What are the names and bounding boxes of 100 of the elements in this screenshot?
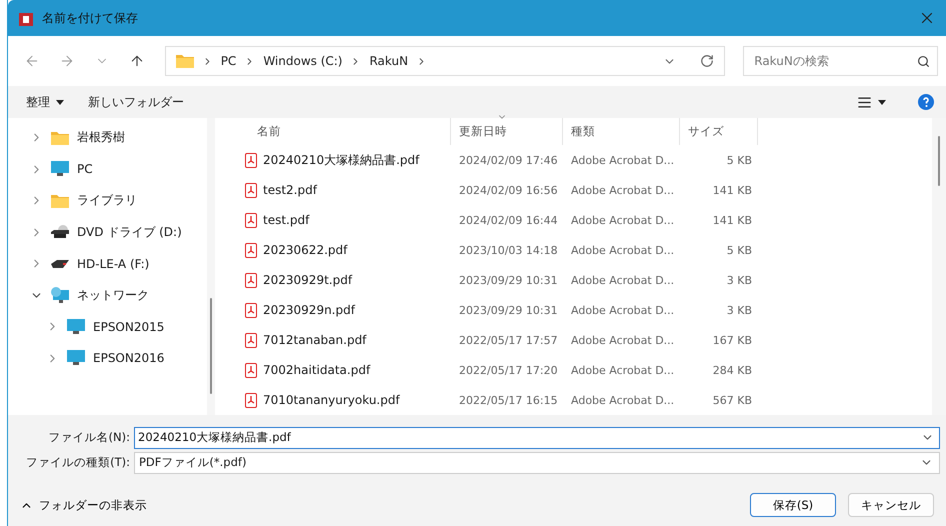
file-name: 7012tanaban.pdf (263, 333, 366, 348)
file-type: Adobe Acrobat D... (570, 274, 676, 287)
app-logo-icon (18, 10, 34, 26)
network-icon (51, 287, 69, 304)
column-header[interactable]: 名前 (223, 118, 451, 146)
pdf-file-icon (245, 272, 257, 288)
caret-icon (878, 100, 886, 104)
column-header[interactable]: サイズ (680, 118, 758, 146)
file-row[interactable]: 7002haitidata.pdf 2022/05/17 17:20 Adobe Acrobat D... 284 KB (223, 355, 932, 386)
modified-date: 2022/05/17 16:15 (458, 394, 559, 407)
file-type-label: ファイルの種類(T): (25, 455, 131, 470)
pdf-file-icon (245, 182, 257, 198)
file-type: Adobe Acrobat D... (570, 334, 676, 347)
monitor-icon (67, 318, 85, 335)
window-title: 名前を付けて保存 (42, 10, 139, 26)
file-size: 141 KB (712, 184, 753, 197)
file-size: 3 KB (726, 274, 753, 287)
monitor-icon (51, 161, 69, 178)
file-size: 167 KB (712, 334, 753, 347)
file-name-field[interactable]: 20240210大塚様納品書.pdf (134, 426, 940, 448)
modified-date: 2022/05/17 17:20 (458, 364, 559, 377)
nav-tree-item[interactable]: HD-LE-A (F:) (8, 248, 207, 280)
file-name: 20230929n.pdf (263, 303, 355, 318)
file-type: Adobe Acrobat D... (570, 394, 676, 407)
folder-icon (51, 194, 69, 208)
file-size: 5 KB (726, 154, 753, 167)
pdf-file-icon (245, 392, 257, 408)
nav-tree-item[interactable]: DVD ドライブ (D:) (8, 216, 207, 248)
monitor-icon (67, 350, 85, 366)
folder-icon (176, 54, 194, 68)
file-type: Adobe Acrobat D... (570, 154, 676, 167)
organize-button[interactable]: 整理 (26, 94, 64, 110)
folder-icon (51, 130, 69, 145)
address-bar[interactable]: PC Windows (C:) RakuN (164, 46, 726, 76)
file-size: 567 KB (712, 394, 753, 407)
file-size: 3 KB (726, 304, 753, 317)
file-type-dropdown[interactable]: PDFファイル(*.pdf) (134, 452, 940, 474)
file-name: 7010tananyuryoku.pdf (263, 393, 400, 408)
nav-tree-item[interactable]: EPSON2015 (8, 311, 207, 342)
pdf-file-icon (245, 152, 257, 168)
nav-tree-item[interactable]: ネットワーク (8, 280, 207, 311)
modified-date: 2023/09/29 10:31 (458, 304, 559, 317)
nav-item-label: EPSON2016 (93, 351, 164, 366)
file-name: 7002haitidata.pdf (263, 363, 370, 378)
file-row[interactable]: 20230622.pdf 2023/10/03 14:18 Adobe Acrobat D... 5 KB (223, 235, 932, 266)
pdf-file-icon (245, 332, 257, 348)
pdf-file-icon (245, 362, 257, 378)
breadcrumb[interactable]: Windows (C:) (263, 54, 342, 68)
help-icon[interactable] (918, 94, 934, 110)
nav-tree-item[interactable]: 岩根秀樹 (8, 122, 207, 154)
caret-icon (56, 100, 64, 104)
nav-tree-item[interactable]: PC (8, 154, 207, 185)
pdf-file-icon (245, 212, 257, 228)
nav-tree-item[interactable]: ライブラリ (8, 185, 207, 216)
save-button[interactable]: 保存(S) (750, 493, 836, 517)
column-header[interactable]: 更新日時 (451, 118, 563, 146)
nav-item-label: ネットワーク (77, 286, 149, 304)
pdf-file-icon (245, 302, 257, 318)
file-name: 20230622.pdf (263, 243, 348, 258)
search-icon[interactable] (917, 54, 930, 68)
nav-item-label: PC (77, 162, 93, 176)
file-size: 284 KB (712, 364, 753, 377)
view-options-button[interactable] (857, 94, 886, 110)
file-name: 20230929t.pdf (263, 273, 352, 288)
breadcrumb[interactable]: PC (220, 54, 236, 68)
nav-item-label: HD-LE-A (F:) (77, 256, 150, 271)
modified-date: 2024/02/09 16:56 (458, 184, 559, 197)
breadcrumb[interactable]: RakuN (369, 54, 408, 68)
refresh-icon[interactable] (700, 54, 714, 68)
file-type: Adobe Acrobat D... (570, 244, 676, 257)
file-type: Adobe Acrobat D... (570, 184, 676, 197)
file-row[interactable]: 7010tananyuryoku.pdf 2022/05/17 16:15 Adobe Acrobat D... 567 KB (223, 385, 932, 416)
hard-drive-icon (51, 258, 69, 269)
file-row[interactable]: 20230929n.pdf 2023/09/29 10:31 Adobe Acrobat D... 3 KB (223, 295, 932, 326)
modified-date: 2022/05/17 17:57 (458, 334, 559, 347)
file-type: Adobe Acrobat D... (570, 364, 676, 377)
cancel-button[interactable]: キャンセル (848, 493, 934, 517)
list-view-icon (857, 94, 872, 110)
new-folder-button[interactable]: 新しいフォルダー (88, 94, 184, 110)
disc-drive-icon (51, 225, 69, 240)
file-row[interactable]: test.pdf 2024/02/09 16:44 Adobe Acrobat D... 141 KB (223, 205, 932, 236)
file-row[interactable]: 7012tanaban.pdf 2022/05/17 17:57 Adobe Acrobat D... 167 KB (223, 325, 932, 356)
nav-item-label: ライブラリ (77, 192, 137, 210)
file-row[interactable]: test2.pdf 2024/02/09 16:56 Adobe Acrobat D... 141 KB (223, 175, 932, 206)
column-header[interactable]: 種類 (563, 118, 680, 146)
nav-tree-item[interactable]: EPSON2016 (8, 342, 207, 374)
file-name-label: ファイル名(N): (48, 430, 131, 445)
hide-folders-button[interactable]: フォルダーの非表示 (20, 498, 147, 512)
file-type: Adobe Acrobat D... (570, 304, 676, 317)
file-row[interactable]: 20230929t.pdf 2023/09/29 10:31 Adobe Acrobat D... 3 KB (223, 265, 932, 296)
modified-date: 2023/10/03 14:18 (458, 244, 559, 257)
modified-date: 2024/02/09 16:44 (458, 214, 559, 227)
nav-item-label: DVD ドライブ (D:) (77, 224, 182, 241)
file-row[interactable]: 20240210大塚様納品書.pdf 2024/02/09 17:46 Adobe Acrobat D... 5 KB (223, 145, 932, 176)
search-field[interactable]: RakuNの検索 (743, 46, 938, 76)
pdf-file-icon (245, 242, 257, 258)
file-size: 141 KB (712, 214, 753, 227)
file-name: 20240210大塚様納品書.pdf (263, 152, 420, 169)
file-type: Adobe Acrobat D... (570, 214, 676, 227)
nav-item-label: EPSON2015 (93, 320, 164, 334)
